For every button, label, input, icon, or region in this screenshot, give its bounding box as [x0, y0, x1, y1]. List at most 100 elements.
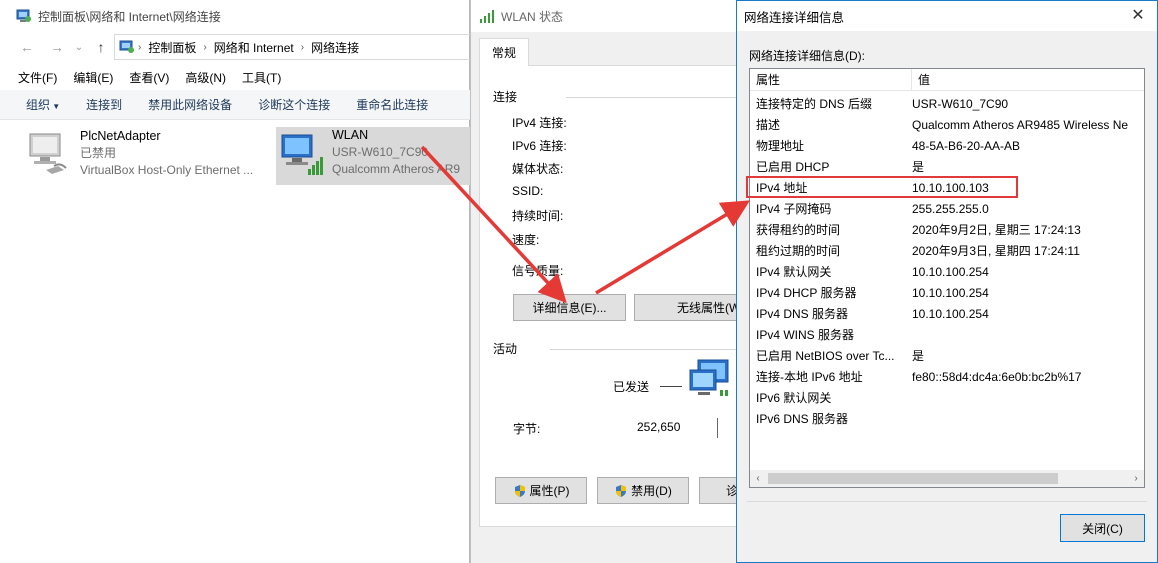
close-icon[interactable]: ✕	[1127, 5, 1149, 27]
explorer-window: 控制面板\网络和 Internet\网络连接 ← → ⌄ ↑ › 控制面板 › …	[0, 0, 470, 563]
row-value: 10.10.100.254	[912, 306, 989, 321]
row-property: 物理地址	[756, 139, 805, 153]
chevron-right-icon: ›	[138, 41, 142, 53]
field-media-state: 媒体状态:	[512, 162, 564, 176]
network-adapter-disabled-icon	[29, 133, 67, 174]
table-row[interactable]: IPv4 DHCP 服务器 10.10.100.254	[750, 282, 1144, 303]
network-computers-icon	[689, 359, 729, 396]
row-value: Qualcomm Atheros AR9485 Wireless Ne	[912, 117, 1129, 132]
table-row[interactable]: IPv4 WINS 服务器	[750, 324, 1144, 345]
row-property: 租约过期的时间	[756, 244, 841, 258]
table-row[interactable]: 连接特定的 DNS 后缀 USR-W610_7C90	[750, 93, 1144, 114]
details-list-label: 网络连接详细信息(D):	[749, 49, 865, 63]
diagnose-button[interactable]: 诊断这个连接	[258, 96, 330, 113]
table-row[interactable]: 连接-本地 IPv6 地址 fe80::58d4:dc4a:6e0b:bc2b%1…	[750, 366, 1144, 387]
properties-button[interactable]: 属性(P)	[495, 477, 587, 504]
uac-shield-icon	[616, 484, 627, 497]
control-panel-icon	[16, 9, 31, 22]
row-value: 10.10.100.254	[912, 264, 989, 279]
row-value: 255.255.255.0	[912, 201, 989, 216]
details-list-header: 属性 值	[750, 69, 1144, 91]
bytes-sent-value: 252,650	[637, 420, 681, 434]
scroll-left-icon[interactable]: ‹	[750, 473, 766, 484]
scrollbar-thumb[interactable]	[768, 473, 1058, 484]
column-divider	[717, 418, 718, 438]
table-row[interactable]: 获得租约的时间 2020年9月2日, 星期三 17:24:13	[750, 219, 1144, 240]
row-property: IPv4 DHCP 服务器	[756, 286, 857, 300]
dialog-divider	[747, 501, 1147, 502]
bytes-label: 字节:	[513, 422, 541, 436]
address-box[interactable]: › 控制面板 › 网络和 Internet › 网络连接	[114, 34, 470, 60]
rename-button[interactable]: 重命名此连接	[356, 96, 428, 113]
wireless-adapter-icon	[281, 134, 323, 175]
row-property: IPv6 默认网关	[756, 391, 832, 405]
tab-general[interactable]: 常规	[479, 38, 529, 66]
recent-dropdown-icon[interactable]: ⌄	[68, 42, 90, 53]
details-button[interactable]: 详细信息(E)...	[513, 294, 626, 321]
details-rows: 连接特定的 DNS 后缀 USR-W610_7C90 描述 Qualcomm Ath…	[750, 93, 1144, 429]
menu-bar: 文件(F) 编辑(E) 查看(V) 高级(N) 工具(T)	[0, 66, 470, 88]
table-row[interactable]: IPv4 子网掩码 255.255.255.0	[750, 198, 1144, 219]
details-title: 网络连接详细信息	[744, 10, 845, 25]
row-value: 2020年9月3日, 星期四 17:24:11	[912, 244, 1080, 258]
adapter-ssid: USR-W610_7C90	[332, 145, 429, 159]
diagnose-button[interactable]: 诊	[699, 477, 738, 504]
chevron-right-icon: ›	[300, 41, 305, 53]
up-arrow-icon[interactable]: ↑	[90, 39, 112, 55]
disable-device-button[interactable]: 禁用此网络设备	[148, 96, 232, 113]
disable-button[interactable]: 禁用(D)	[597, 477, 689, 504]
horizontal-scrollbar[interactable]: ‹ ›	[750, 470, 1144, 487]
network-details-dialog: 网络连接详细信息 ✕ 网络连接详细信息(D): 属性 值 连接特定的 DNS 后…	[736, 0, 1158, 563]
table-row[interactable]: IPv4 DNS 服务器 10.10.100.254	[750, 303, 1144, 324]
close-button[interactable]: 关闭(C)	[1060, 514, 1145, 542]
connect-to-button[interactable]: 连接到	[86, 96, 122, 113]
table-row[interactable]: 已启用 NetBIOS over Tc... 是	[750, 345, 1144, 366]
activity-line	[660, 386, 682, 387]
row-value: fe80::58d4:dc4a:6e0b:bc2b%17	[912, 369, 1082, 384]
row-value: 2020年9月2日, 星期三 17:24:13	[912, 223, 1081, 237]
row-value: 是	[912, 349, 925, 363]
row-property: 连接-本地 IPv6 地址	[756, 370, 863, 384]
row-property: 连接特定的 DNS 后缀	[756, 97, 873, 111]
row-value: USR-W610_7C90	[912, 96, 1009, 111]
breadcrumb-network-connections[interactable]: 网络连接	[311, 39, 359, 56]
column-header-property[interactable]: 属性	[750, 69, 912, 91]
details-list[interactable]: 属性 值 连接特定的 DNS 后缀 USR-W610_7C90 描述 Qualcom…	[749, 68, 1145, 488]
table-row[interactable]: 描述 Qualcomm Atheros AR9485 Wireless Ne	[750, 114, 1144, 135]
adapter-status: 已禁用	[80, 146, 117, 160]
field-speed: 速度:	[512, 233, 540, 247]
menu-edit[interactable]: 编辑(E)	[73, 69, 113, 86]
wireless-properties-button[interactable]: 无线属性(W	[634, 294, 738, 321]
table-row[interactable]: IPv6 默认网关	[750, 387, 1144, 408]
column-header-value[interactable]: 值	[912, 71, 930, 88]
uac-shield-icon	[514, 484, 525, 497]
menu-file[interactable]: 文件(F)	[18, 69, 57, 86]
row-property: 获得租约的时间	[756, 223, 841, 237]
table-row[interactable]: 物理地址 48-5A-B6-20-AA-AB	[750, 135, 1144, 156]
wlan-titlebar: WLAN 状态	[471, 0, 737, 32]
table-row[interactable]: 已启用 DHCP 是	[750, 156, 1144, 177]
field-ipv6-connection: IPv6 连接:	[512, 139, 567, 153]
adapter-item-plcnetadapter[interactable]: PlcNetAdapter 已禁用 VirtualBox Host-Only E…	[24, 128, 274, 186]
forward-arrow-icon[interactable]: →	[46, 39, 68, 55]
table-row[interactable]: IPv4 默认网关 10.10.100.254	[750, 261, 1144, 282]
menu-view[interactable]: 查看(V)	[129, 69, 169, 86]
breadcrumb-control-panel[interactable]: 控制面板	[148, 39, 196, 56]
table-row[interactable]: IPv6 DNS 服务器	[750, 408, 1144, 429]
table-row[interactable]: 租约过期的时间 2020年9月3日, 星期四 17:24:11	[750, 240, 1144, 261]
sent-label: 已发送	[613, 380, 650, 394]
adapter-name: PlcNetAdapter	[80, 129, 161, 143]
back-arrow-icon[interactable]: ←	[16, 39, 38, 55]
adapter-item-wlan[interactable]: WLAN USR-W610_7C90 Qualcomm Atheros AR9	[276, 127, 470, 185]
scroll-right-icon[interactable]: ›	[1128, 473, 1144, 484]
breadcrumb-network-internet[interactable]: 网络和 Internet	[214, 39, 294, 56]
menu-tools[interactable]: 工具(T)	[242, 69, 281, 86]
command-bar: 组织 连接到 禁用此网络设备 诊断这个连接 重命名此连接	[0, 90, 470, 120]
organize-button[interactable]: 组织	[26, 96, 60, 113]
field-ssid: SSID:	[512, 184, 544, 198]
menu-advanced[interactable]: 高级(N)	[185, 69, 226, 86]
wlan-title: WLAN 状态	[501, 9, 564, 24]
disable-label: 禁用(D)	[631, 484, 672, 498]
address-bar-row: ← → ⌄ ↑ › 控制面板 › 网络和 Internet › 网络连接	[0, 34, 470, 60]
control-panel-icon	[119, 40, 134, 53]
